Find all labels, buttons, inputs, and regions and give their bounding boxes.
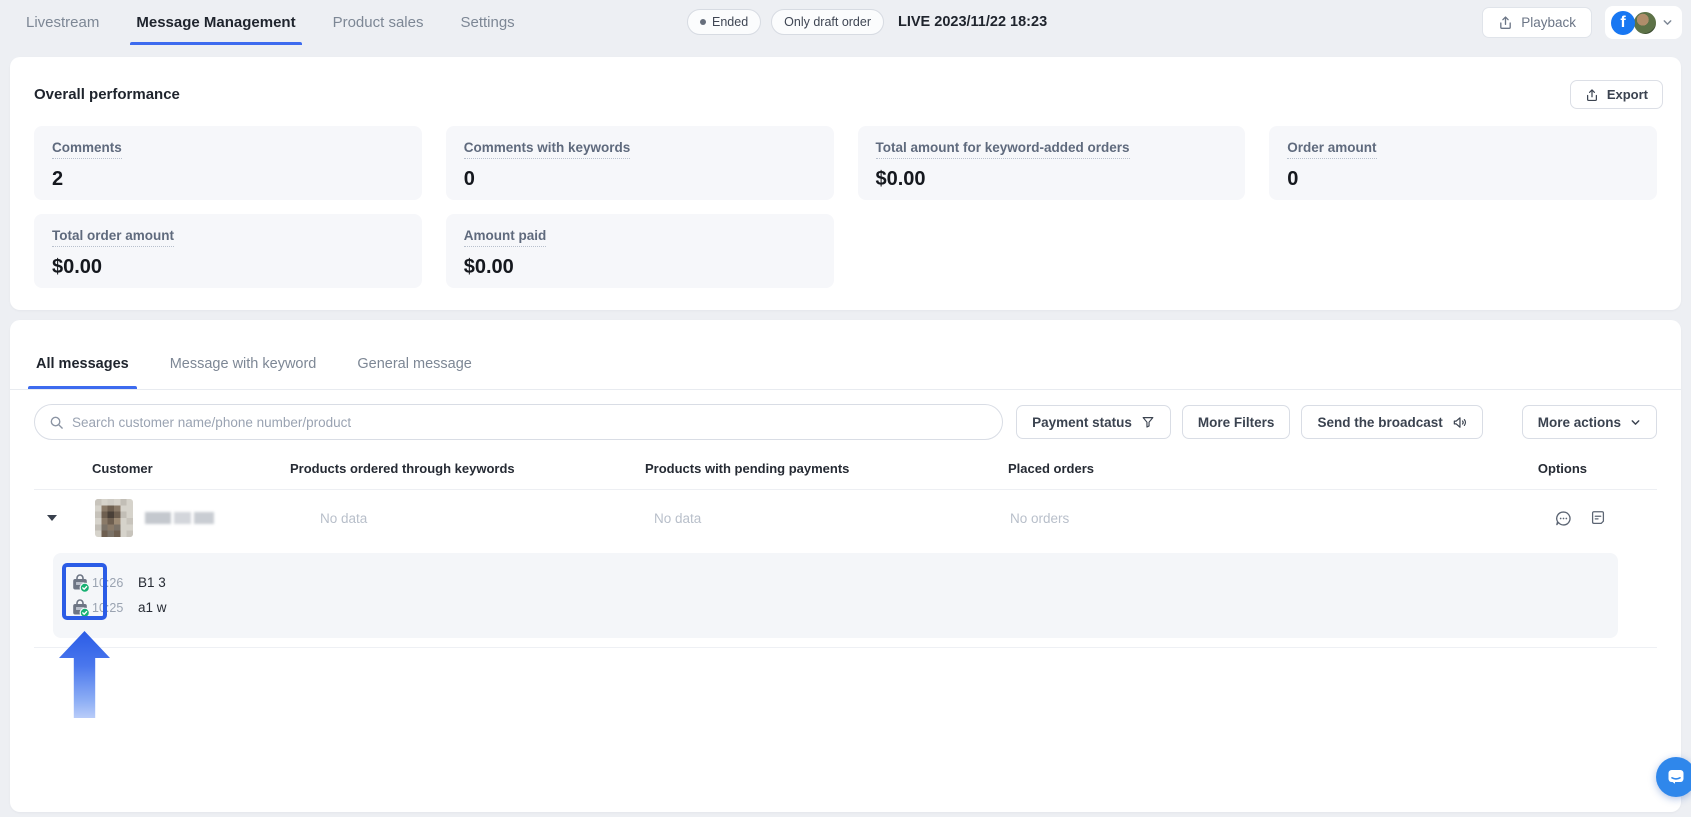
stat-label[interactable]: Total amount for keyword-added orders bbox=[876, 140, 1130, 159]
filter-funnel-icon bbox=[1141, 415, 1155, 429]
header-customer: Customer bbox=[70, 461, 290, 476]
search-box[interactable] bbox=[34, 404, 1003, 440]
send-broadcast-button[interactable]: Send the broadcast bbox=[1301, 405, 1482, 439]
top-navigation-bar: Livestream Message Management Product sa… bbox=[0, 0, 1691, 45]
tab-livestream[interactable]: Livestream bbox=[26, 0, 99, 45]
message-text: a1 w bbox=[138, 600, 167, 615]
status-badge-ended-label: Ended bbox=[712, 15, 748, 29]
stat-card-total-order-amount: Total order amount $0.00 bbox=[34, 214, 422, 288]
header-placed: Placed orders bbox=[990, 461, 1340, 476]
more-filters-button[interactable]: More Filters bbox=[1182, 405, 1291, 439]
overall-performance-panel: Overall performance Export Comments 2 Co… bbox=[10, 57, 1681, 310]
messages-panel: All messages Message with keyword Genera… bbox=[10, 320, 1681, 812]
options-cell bbox=[1340, 509, 1657, 528]
playback-icon bbox=[1498, 15, 1513, 30]
payment-status-button[interactable]: Payment status bbox=[1016, 405, 1171, 439]
stat-label[interactable]: Order amount bbox=[1287, 140, 1376, 159]
header-options: Options bbox=[1340, 461, 1657, 476]
account-avatar bbox=[1633, 11, 1657, 35]
export-button[interactable]: Export bbox=[1570, 80, 1663, 109]
export-icon bbox=[1585, 88, 1599, 102]
message-tabs: All messages Message with keyword Genera… bbox=[10, 320, 1681, 390]
stream-status-group: Ended Only draft order LIVE 2023/11/22 1… bbox=[687, 8, 1047, 36]
stat-value: 0 bbox=[1287, 168, 1639, 191]
cell-keywords: No data bbox=[290, 511, 640, 526]
stat-card-amount-paid: Amount paid $0.00 bbox=[446, 214, 834, 288]
app-screen: Livestream Message Management Product sa… bbox=[0, 0, 1691, 817]
stat-value: 2 bbox=[52, 168, 404, 191]
megaphone-icon bbox=[1452, 415, 1467, 430]
order-synced-bag-icon[interactable] bbox=[70, 573, 90, 593]
chevron-down-icon bbox=[1662, 17, 1673, 28]
playback-label: Playback bbox=[1521, 15, 1576, 30]
search-input[interactable] bbox=[72, 415, 988, 430]
message-item: 10:25 a1 w bbox=[53, 595, 1618, 620]
stat-value: $0.00 bbox=[876, 168, 1228, 191]
table-row: No data No data No orders bbox=[34, 490, 1657, 546]
tab-product-sales[interactable]: Product sales bbox=[333, 0, 424, 45]
export-label: Export bbox=[1607, 87, 1648, 102]
stat-card-comments-keywords: Comments with keywords 0 bbox=[446, 126, 834, 200]
message-item: 10:26 B1 3 bbox=[53, 570, 1618, 595]
cell-placed: No orders bbox=[990, 511, 1340, 526]
status-badge-draft-label: Only draft order bbox=[784, 15, 871, 29]
payment-status-label: Payment status bbox=[1032, 415, 1132, 430]
chat-bubble-icon bbox=[1666, 767, 1686, 787]
tab-all-messages[interactable]: All messages bbox=[34, 356, 131, 389]
stat-card-comments: Comments 2 bbox=[34, 126, 422, 200]
status-badge-ended: Ended bbox=[687, 9, 761, 35]
stat-value: $0.00 bbox=[464, 256, 816, 279]
account-chip[interactable]: f bbox=[1605, 6, 1682, 39]
header-keywords: Products ordered through keywords bbox=[290, 461, 640, 476]
customer-avatar bbox=[95, 499, 133, 537]
order-note-icon[interactable] bbox=[1589, 509, 1607, 528]
facebook-icon: f bbox=[1611, 11, 1635, 35]
customer-name-redacted bbox=[145, 510, 217, 526]
tab-message-management[interactable]: Message Management bbox=[136, 0, 295, 45]
header-pending: Products with pending payments bbox=[640, 461, 990, 476]
message-text: B1 3 bbox=[138, 575, 166, 590]
stat-label[interactable]: Comments bbox=[52, 140, 122, 159]
stat-card-keyword-order-amount: Total amount for keyword-added orders $0… bbox=[858, 126, 1246, 200]
customer-cell bbox=[70, 499, 290, 537]
row-expand-caret[interactable] bbox=[47, 515, 57, 521]
topbar-right-group: Playback f bbox=[1482, 6, 1682, 39]
playback-button[interactable]: Playback bbox=[1482, 7, 1592, 38]
message-time: 10:26 bbox=[92, 576, 130, 590]
customer-row-group: No data No data No orders 1 bbox=[34, 490, 1657, 648]
tab-general-message[interactable]: General message bbox=[355, 356, 473, 389]
overall-performance-title: Overall performance bbox=[34, 86, 180, 103]
chevron-down-icon bbox=[1630, 417, 1641, 428]
expanded-messages-panel: 10:26 B1 3 10:25 a1 w bbox=[53, 553, 1618, 638]
search-icon bbox=[49, 415, 64, 430]
status-dot-icon bbox=[700, 19, 706, 25]
more-filters-label: More Filters bbox=[1198, 415, 1275, 430]
stats-grid: Comments 2 Comments with keywords 0 Tota… bbox=[10, 109, 1681, 288]
stat-card-order-amount: Order amount 0 bbox=[1269, 126, 1657, 200]
tab-message-with-keyword[interactable]: Message with keyword bbox=[168, 356, 319, 389]
more-actions-label: More actions bbox=[1538, 415, 1621, 430]
status-badge-draft-order: Only draft order bbox=[771, 9, 884, 35]
chat-message-icon[interactable] bbox=[1554, 509, 1573, 528]
live-timestamp: LIVE 2023/11/22 18:23 bbox=[898, 14, 1047, 30]
stat-label[interactable]: Total order amount bbox=[52, 228, 174, 247]
table-header-row: Customer Products ordered through keywor… bbox=[34, 448, 1657, 490]
message-time: 10:25 bbox=[92, 601, 130, 615]
stat-label[interactable]: Comments with keywords bbox=[464, 140, 631, 159]
stat-value: 0 bbox=[464, 168, 816, 191]
support-chat-button[interactable] bbox=[1656, 757, 1691, 797]
messages-toolbar: Payment status More Filters Send the bro… bbox=[10, 390, 1681, 440]
nav-tabs: Livestream Message Management Product sa… bbox=[26, 0, 515, 45]
stat-label[interactable]: Amount paid bbox=[464, 228, 547, 247]
stat-value: $0.00 bbox=[52, 256, 404, 279]
order-synced-bag-icon[interactable] bbox=[70, 598, 90, 618]
cell-pending: No data bbox=[640, 511, 990, 526]
more-actions-button[interactable]: More actions bbox=[1522, 405, 1657, 439]
tab-settings[interactable]: Settings bbox=[460, 0, 514, 45]
send-broadcast-label: Send the broadcast bbox=[1317, 415, 1442, 430]
